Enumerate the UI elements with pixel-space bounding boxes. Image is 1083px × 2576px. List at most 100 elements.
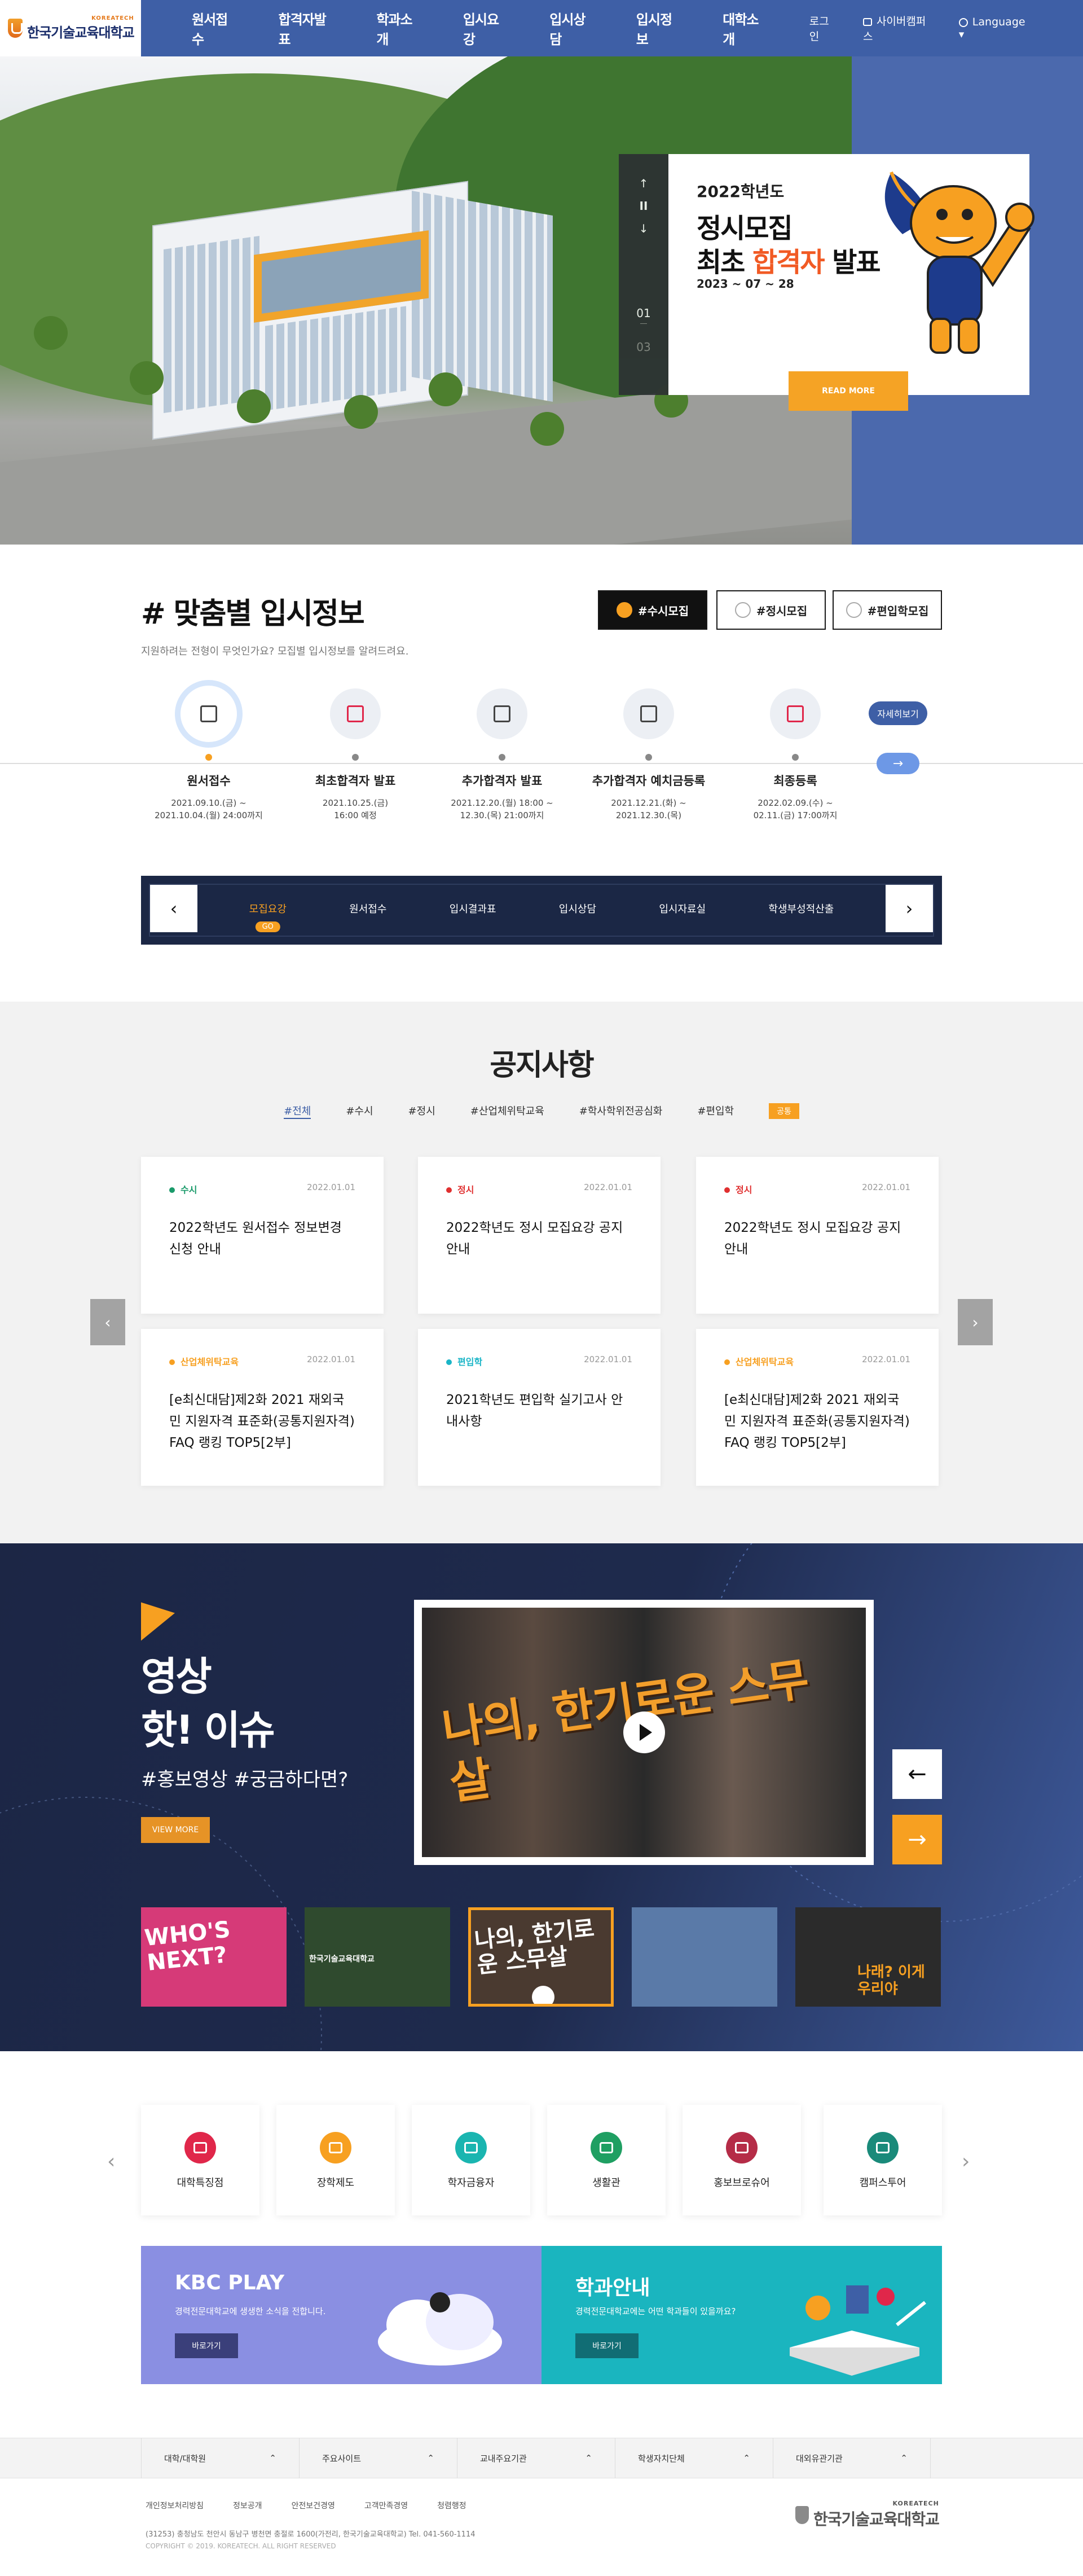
check-icon [846,602,862,618]
nav-item-results[interactable]: 합격자발표 [278,8,357,48]
notice-tab-common[interactable]: 공통 [769,1103,799,1119]
video-thumbnail[interactable]: 나의, 한기로운 스무살 [468,1907,614,2007]
play-icon[interactable] [623,1712,665,1753]
video-next-button[interactable]: → [892,1815,942,1864]
globe-icon [958,17,968,27]
detail-view-button[interactable]: 자세히보기 [869,701,927,725]
slide-date: 2023 ~ 07 ~ 28 [697,277,794,291]
step-dot [792,754,799,761]
quicklink-item[interactable]: 생활관 [547,2105,666,2215]
footer-link[interactable]: 정보공개 [233,2500,262,2511]
footer-link[interactable]: 고객만족경영 [364,2500,408,2511]
notice-date: 2022.01.01 [862,1354,910,1364]
timeline-step[interactable]: 추가합격자 발표 2021.12.20.(월) 18:00 ~ 12.30.(목)… [429,688,575,822]
language-selector[interactable]: Language ▾ [958,16,1032,41]
quicklink-item[interactable]: 캠퍼스투어 [824,2105,942,2215]
video-thumbnail[interactable]: 한국기술교육대학교 [305,1907,450,2007]
category-dot [446,1187,452,1193]
footer-logo[interactable]: KOREATECH 한국기술교육대학교 [795,2500,940,2530]
footer-logo-eng: KOREATECH [892,2500,939,2507]
quick-nav-item[interactable]: 입시상담 [559,901,596,916]
monitor-icon [862,17,872,26]
kbc-play-banner[interactable]: KBC PLAY 경력전문대학교에 생생한 소식을 전합니다. 바로가기 [141,2246,542,2384]
cyber-campus-label: 사이버캠퍼스 [862,15,926,43]
quick-nav-item[interactable]: 입시결과표 [450,901,496,916]
quick-nav-prev[interactable]: ‹ [150,885,197,932]
tag-jeongsi-button[interactable]: #정시모집 [716,590,826,630]
nav-item-info[interactable]: 입시정보 [636,8,703,48]
quicklink-item[interactable]: 대학특징점 [141,2105,259,2215]
banner-button[interactable]: 바로가기 [175,2333,238,2358]
quick-nav-item[interactable]: 입시자료실 [659,901,706,916]
quick-nav-next[interactable]: › [886,885,933,932]
nav-item-guidelines[interactable]: 입시요강 [463,8,530,48]
quick-nav-item[interactable]: 원서접수 [349,901,386,916]
quicklink-label: 학자금융자 [447,2177,495,2189]
chart-icon [330,688,381,739]
footer-link[interactable]: 개인정보처리방침 [146,2500,204,2511]
notice-tab[interactable]: #산업체위탁교육 [470,1103,544,1119]
quicklink-item[interactable]: 홍보브로슈어 [683,2105,801,2215]
main-video[interactable]: 나의, 한기로운 스무살 [414,1600,874,1865]
slide-down-button[interactable]: ↓ [619,222,668,235]
video-thumbnail[interactable]: 나래? 이게 우리야 [795,1907,941,2007]
notice-card[interactable]: 수시 2022.01.01 2022학년도 원서접수 정보변경 신청 안내 [141,1157,384,1314]
tag-transfer-button[interactable]: #편입학모집 [833,590,942,630]
nav-item-about[interactable]: 대학소개 [723,8,790,48]
banner-desc: 경력전문대학교에는 어떤 학과들이 있을까요? [575,2306,736,2316]
cyber-campus-link[interactable]: 사이버캠퍼스 [862,13,934,43]
notice-tab[interactable]: #정시 [408,1103,435,1119]
banner-button[interactable]: 바로가기 [575,2333,639,2358]
notice-tab[interactable]: #수시 [346,1103,373,1119]
notice-card[interactable]: 산업체위탁교육 2022.01.01 [e최신대담]제2화 2021 재외국민 지원… [696,1329,939,1486]
slide-up-button[interactable]: ↑ [619,177,668,190]
footer-select[interactable]: 교내주요기관 ⌃ [457,2438,615,2478]
footer-select[interactable]: 학생자치단체 ⌃ [615,2438,773,2478]
video-prev-button[interactable]: ← [892,1749,942,1799]
department-banner[interactable]: 학과안내 경력전문대학교에는 어떤 학과들이 있을까요? 바로가기 [542,2246,942,2384]
thumbnail-caption: 나의, 한기로운 스무살 [473,1915,596,1979]
logo-text: KOREATECH 한국기술교육대학교 [27,15,135,41]
slide-pause-button[interactable]: II [619,199,668,213]
timeline-step[interactable]: 최초합격자 발표 2021.10.25.(금) 16:00 예정 [282,688,429,822]
notice-tab[interactable]: #전체 [284,1103,311,1119]
nav-item-apply[interactable]: 원서접수 [192,8,259,48]
step-date-start: 2021.09.10.(금) ~ [171,798,246,808]
video-thumbnail[interactable]: WHO'S NEXT? [141,1907,287,2007]
quicklink-glyph [193,2142,207,2153]
view-more-button[interactable]: VIEW MORE [141,1817,210,1843]
step-glyph [494,705,510,722]
nav-item-counseling[interactable]: 입시상담 [549,8,617,48]
timeline-next-button[interactable]: → [877,753,919,774]
notice-card[interactable]: 정시 2022.01.01 2022학년도 정시 모집요강 공지 안내 [696,1157,939,1314]
nav-item-departments[interactable]: 학과소개 [376,8,443,48]
notice-tab[interactable]: #편입학 [697,1103,734,1119]
quick-nav-item[interactable]: 학생부성적산출 [768,901,834,916]
quicklinks-next[interactable]: › [962,2150,970,2173]
notice-tab[interactable]: #학사학위전공심화 [579,1103,663,1119]
quick-nav-item[interactable]: 모집요강 GO [249,901,287,932]
tag-susi-button[interactable]: #수시모집 [598,590,707,630]
notice-card[interactable]: 정시 2022.01.01 2022학년도 정시 모집요강 공지 안내 [418,1157,661,1314]
login-link[interactable]: 로그인 [809,13,838,43]
site-logo[interactable]: KOREATECH 한국기술교육대학교 [0,0,141,56]
video-thumbnail[interactable] [632,1907,777,2007]
play-icon[interactable] [532,1986,554,2004]
timeline-step[interactable]: 최종등록 2022.02.09.(수) ~ 02.11.(금) 17:00까지 [722,688,869,822]
notice-card[interactable]: 편입학 2022.01.01 2021학년도 편입학 실기고사 안내사항 [418,1329,661,1486]
footer-select[interactable]: 대학/대학원 ⌃ [141,2438,299,2478]
notice-next-button[interactable]: › [958,1299,993,1345]
footer-link[interactable]: 청렴행정 [437,2500,466,2511]
footer-link[interactable]: 안전보건경영 [292,2500,335,2511]
timeline-step[interactable]: 원서접수 2021.09.10.(금) ~ 2021.10.04.(월) 24:0… [135,680,282,822]
footer-select[interactable]: 대외유관기관 ⌃ [773,2438,931,2478]
footer-select[interactable]: 주요사이트 ⌃ [299,2438,457,2478]
notice-prev-button[interactable]: ‹ [90,1299,125,1345]
timeline-step[interactable]: 추가합격자 예치금등록 2021.12.21.(화) ~ 2021.12.30.(… [575,688,722,822]
step-name: 추가합격자 예치금등록 [592,774,706,788]
step-glyph [640,705,657,722]
quicklink-item[interactable]: 장학제도 [276,2105,395,2215]
notice-card[interactable]: 산업체위탁교육 2022.01.01 [e최신대담]제2화 2021 재외국민 지원… [141,1329,384,1486]
quicklinks-prev[interactable]: ‹ [107,2150,115,2173]
quicklink-item[interactable]: 학자금융자 [412,2105,530,2215]
